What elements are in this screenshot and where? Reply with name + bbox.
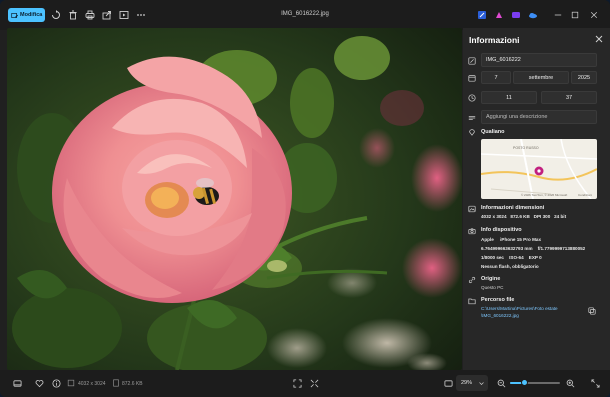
flash-value: Nessun flash, obbligatorio (481, 264, 539, 269)
photo-canvas[interactable] (7, 28, 462, 370)
map-terms-link[interactable]: Condizioni (578, 193, 592, 197)
close-button[interactable] (588, 9, 600, 21)
exposure-row: 1/8000 sec ISO-64 EXP 0 (481, 255, 542, 260)
date-day-value: 7 (494, 74, 498, 81)
panel-title: Informazioni (469, 35, 520, 45)
path-title: Percorso file (481, 297, 515, 303)
image-info-icon (468, 205, 476, 213)
title-bar: Modifica IMG_6016222.jpg (0, 0, 610, 30)
onedrive-icon[interactable] (527, 9, 539, 21)
photos-window: Modifica IMG_6016222.jpg Informazioni IM… (0, 0, 610, 397)
rename-icon (468, 57, 476, 65)
actual-size-icon[interactable] (309, 378, 319, 388)
filesize-value: 872.6 KB (510, 214, 530, 219)
fullscreen-icon[interactable] (590, 378, 600, 388)
dimensions-value: 4032 x 3024 (481, 214, 507, 219)
calendar-icon (468, 75, 476, 82)
info-icon[interactable] (51, 378, 61, 388)
path-line-1[interactable]: C:\Users\Martina\Pictures\Foto estate (481, 306, 558, 311)
fit-to-window-icon[interactable] (292, 378, 302, 388)
dimensions-row: 4032 x 3024 872.6 KB DPI 300 24 bit (481, 214, 566, 219)
shutter-speed: 1/8000 sec (481, 255, 504, 260)
clock-icon (468, 94, 476, 102)
maximize-button[interactable] (569, 9, 581, 21)
iso-value: ISO-64 (509, 255, 524, 260)
clipchamp-icon[interactable] (510, 9, 522, 21)
aperture: f/1.7799999713880052 (537, 246, 586, 251)
filename-field[interactable]: IMG_6016222 (481, 53, 597, 67)
link-icon (468, 276, 476, 284)
zoom-out-icon[interactable] (496, 378, 506, 388)
draw-icon[interactable] (476, 9, 488, 21)
origin-title: Origine (481, 276, 501, 282)
description-input[interactable]: Aggiungi una descrizione (481, 110, 597, 124)
date-year-value: 2025 (577, 74, 591, 81)
location-icon (469, 129, 475, 136)
minimize-button[interactable] (552, 9, 564, 21)
focal-length: 6.764999663632793 mm (481, 246, 533, 251)
zoom-value: 29% (461, 380, 473, 386)
path-line-2[interactable]: \IMG_6016222.jpg (481, 313, 519, 318)
date-day-field[interactable]: 7 (481, 71, 511, 84)
origin-value: Questo PC (481, 285, 504, 290)
device-maker: Apple (481, 237, 494, 242)
map-copyright: © 2026 TomTom, © 2026 Microsoft (521, 193, 568, 197)
folder-icon (468, 298, 476, 305)
device-model-row: Apple iPhone 15 Pro Max (481, 237, 541, 242)
status-filesize: 872.6 KB (122, 381, 143, 387)
filmstrip-icon[interactable] (12, 378, 22, 388)
zoom-in-icon[interactable] (565, 378, 575, 388)
flash-row: Nessun flash, obbligatorio (481, 264, 539, 269)
close-panel-icon[interactable] (594, 34, 604, 44)
zoom-slider-track[interactable] (510, 382, 560, 384)
zoom-slider-thumb[interactable] (520, 379, 528, 386)
device-title: Info dispositivo (481, 227, 522, 233)
filesize-icon (111, 378, 121, 388)
description-icon (468, 116, 476, 120)
rose-photo (7, 28, 462, 370)
time-minute-field[interactable]: 37 (541, 91, 597, 104)
location-title: Qualiano (481, 129, 505, 135)
status-dimensions: 4032 x 3024 (78, 381, 106, 387)
designer-icon[interactable] (493, 9, 505, 21)
time-minute-value: 37 (565, 94, 573, 101)
dimensions-icon (66, 378, 76, 388)
zoom-fit-icon[interactable] (443, 378, 453, 388)
exposure-bias: EXP 0 (528, 255, 542, 260)
chevron-down-icon (479, 382, 484, 385)
lens-row: 6.764999663632793 mm f/1.779999971388005… (481, 246, 585, 251)
zoom-dropdown[interactable]: 29% (456, 375, 488, 391)
date-month-value: settembre (528, 74, 554, 81)
dpi-value: DPI 300 (533, 214, 551, 219)
location-map[interactable]: POSTO RUSSO © 2026 TomTom, © 2026 Micros… (481, 139, 597, 199)
date-year-field[interactable]: 2025 (571, 71, 597, 84)
map-place-label: POSTO RUSSO (513, 146, 539, 150)
time-hour-value: 11 (506, 94, 512, 101)
time-hour-field[interactable]: 11 (481, 91, 537, 104)
copy-path-icon[interactable] (588, 307, 596, 315)
bottom-bar: 4032 x 3024 872.6 KB 29% (0, 370, 610, 397)
device-model: iPhone 15 Pro Max (500, 237, 542, 242)
camera-icon (468, 228, 476, 235)
info-panel: Informazioni IMG_6016222 7 settembre 202… (463, 28, 610, 370)
bit-depth-value: 24 bit (554, 214, 567, 219)
favorite-heart-icon[interactable] (34, 378, 44, 388)
dimensions-title: Informazioni dimensioni (481, 205, 545, 211)
date-month-field[interactable]: settembre (513, 71, 569, 84)
